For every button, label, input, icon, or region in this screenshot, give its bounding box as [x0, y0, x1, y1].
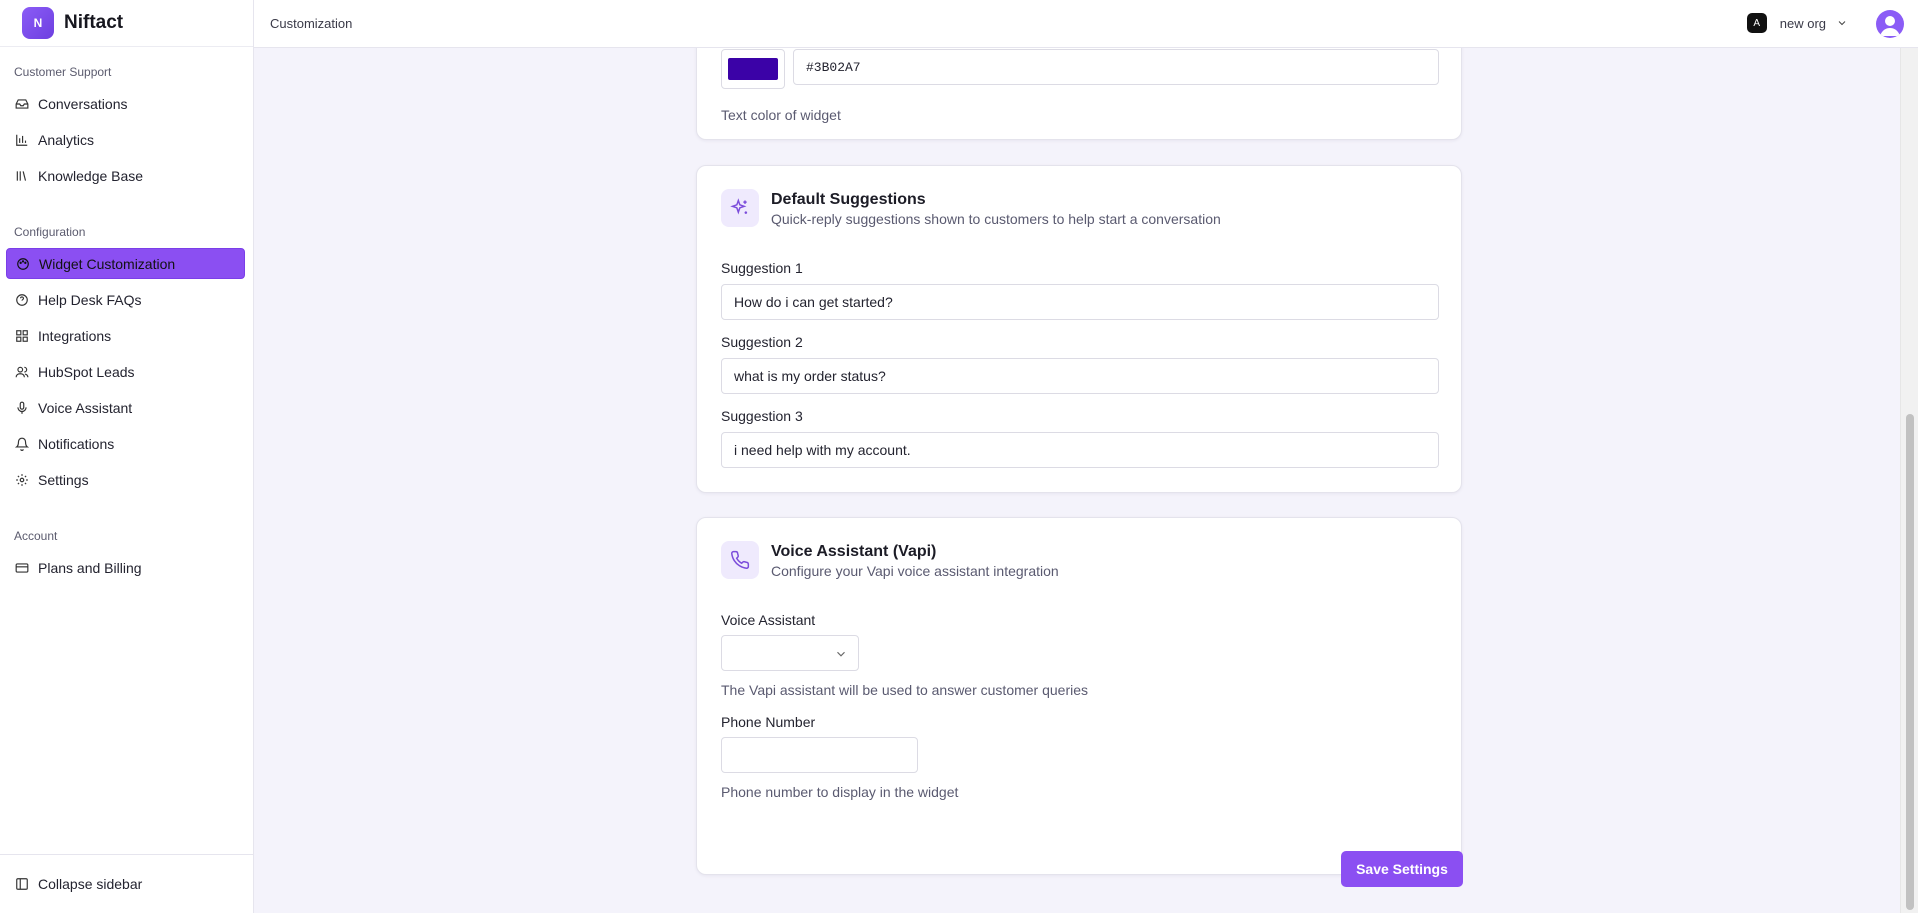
section-label-customer-support: Customer Support	[14, 65, 112, 79]
credit-card-icon	[15, 561, 29, 575]
save-settings-button[interactable]: Save Settings	[1341, 851, 1463, 887]
suggestions-title: Default Suggestions	[771, 191, 926, 208]
grid-icon	[15, 329, 29, 343]
sidebar-item-label: Notifications	[38, 435, 115, 452]
sparkles-icon	[721, 189, 759, 227]
sidebar-toggle-icon	[15, 877, 29, 891]
suggestion-3-input[interactable]	[721, 432, 1439, 468]
sidebar-item-label: Knowledge Base	[38, 167, 144, 184]
library-icon	[15, 169, 29, 183]
voice-assistant-select[interactable]	[721, 635, 859, 671]
sidebar-item-help-desk-faqs[interactable]: Help Desk FAQs	[6, 284, 245, 315]
default-suggestions-card: Default Suggestions Quick-reply suggesti…	[696, 165, 1462, 493]
sidebar-item-label: Widget Customization	[39, 255, 176, 272]
sidebar-item-label: HubSpot Leads	[38, 363, 135, 380]
phone-number-label: Phone Number	[721, 714, 816, 730]
brand: N Niftact	[0, 0, 253, 47]
sidebar-item-voice-assistant[interactable]: Voice Assistant	[6, 392, 245, 423]
page-title: Customization	[270, 16, 353, 31]
top-header: Customization A new org	[254, 0, 1918, 48]
chevron-down-icon	[1836, 17, 1848, 29]
help-circle-icon	[15, 293, 29, 307]
collapse-sidebar-button[interactable]: Collapse sidebar	[0, 854, 254, 913]
suggestion-3-label: Suggestion 3	[721, 408, 803, 424]
palette-icon	[16, 257, 30, 271]
voice-title: Voice Assistant (Vapi)	[771, 543, 937, 560]
suggestion-1-input[interactable]	[721, 284, 1439, 320]
sidebar-item-notifications[interactable]: Notifications	[6, 428, 245, 459]
sidebar-item-label: Integrations	[38, 327, 112, 344]
scrollbar-thumb[interactable]	[1906, 414, 1914, 910]
section-label-account: Account	[14, 529, 58, 543]
mic-icon	[15, 401, 29, 415]
sidebar-item-label: Voice Assistant	[38, 399, 133, 416]
org-switcher[interactable]: A new org	[1746, 13, 1848, 33]
brand-name[interactable]: Niftact	[64, 12, 123, 34]
bell-icon	[15, 437, 29, 451]
scrollbar[interactable]	[1900, 48, 1918, 913]
gear-icon	[15, 473, 29, 487]
collapse-sidebar-label: Collapse sidebar	[38, 876, 143, 892]
suggestions-header: Default Suggestions Quick-reply suggesti…	[721, 189, 1221, 228]
sidebar-item-widget-customization[interactable]: Widget Customization	[6, 248, 245, 279]
sidebar-item-settings[interactable]: Settings	[6, 464, 245, 495]
inbox-icon	[15, 97, 29, 111]
color-swatch	[728, 58, 778, 80]
org-icon: A	[1746, 13, 1767, 33]
phone-number-input[interactable]	[721, 737, 918, 773]
text-color-card: Text color of widget	[696, 48, 1462, 140]
text-color-hint: Text color of widget	[721, 107, 841, 123]
suggestion-2-input[interactable]	[721, 358, 1439, 394]
sidebar-item-conversations[interactable]: Conversations	[6, 88, 245, 119]
sidebar-item-integrations[interactable]: Integrations	[6, 320, 245, 351]
phone-number-hint: Phone number to display in the widget	[721, 784, 959, 800]
sidebar-item-label: Conversations	[38, 95, 128, 112]
user-avatar-icon	[1880, 16, 1900, 36]
org-name: new org	[1779, 15, 1826, 31]
sidebar: N Niftact Customer Support Conversations…	[0, 0, 254, 913]
phone-icon	[721, 541, 759, 579]
voice-assistant-hint: The Vapi assistant will be used to answe…	[721, 682, 1089, 698]
sidebar-item-knowledge-base[interactable]: Knowledge Base	[6, 160, 245, 191]
text-color-hex-input[interactable]	[793, 49, 1439, 85]
voice-description: Configure your Vapi voice assistant inte…	[771, 563, 1059, 579]
main-content: Text color of widget Default Suggestions…	[254, 48, 1900, 913]
sidebar-item-label: Plans and Billing	[38, 559, 142, 576]
sidebar-item-plans-and-billing[interactable]: Plans and Billing	[6, 552, 245, 583]
sidebar-item-hubspot-leads[interactable]: HubSpot Leads	[6, 356, 245, 387]
color-picker[interactable]	[721, 49, 785, 89]
suggestion-2-label: Suggestion 2	[721, 334, 803, 350]
users-icon	[15, 365, 29, 379]
brand-logo[interactable]: N	[22, 7, 54, 39]
suggestions-description: Quick-reply suggestions shown to custome…	[771, 211, 1221, 227]
chevron-down-icon	[834, 647, 848, 661]
sidebar-item-label: Analytics	[38, 131, 95, 148]
suggestion-1-label: Suggestion 1	[721, 260, 803, 276]
section-label-configuration: Configuration	[14, 225, 86, 239]
sidebar-item-label: Help Desk FAQs	[38, 291, 142, 308]
sidebar-item-analytics[interactable]: Analytics	[6, 124, 245, 155]
voice-assistant-card: Voice Assistant (Vapi) Configure your Va…	[696, 517, 1462, 875]
avatar[interactable]	[1876, 10, 1904, 38]
voice-assistant-label: Voice Assistant	[721, 612, 816, 628]
sidebar-item-label: Settings	[38, 471, 89, 488]
voice-header: Voice Assistant (Vapi) Configure your Va…	[721, 541, 1059, 580]
bar-chart-icon	[15, 133, 29, 147]
